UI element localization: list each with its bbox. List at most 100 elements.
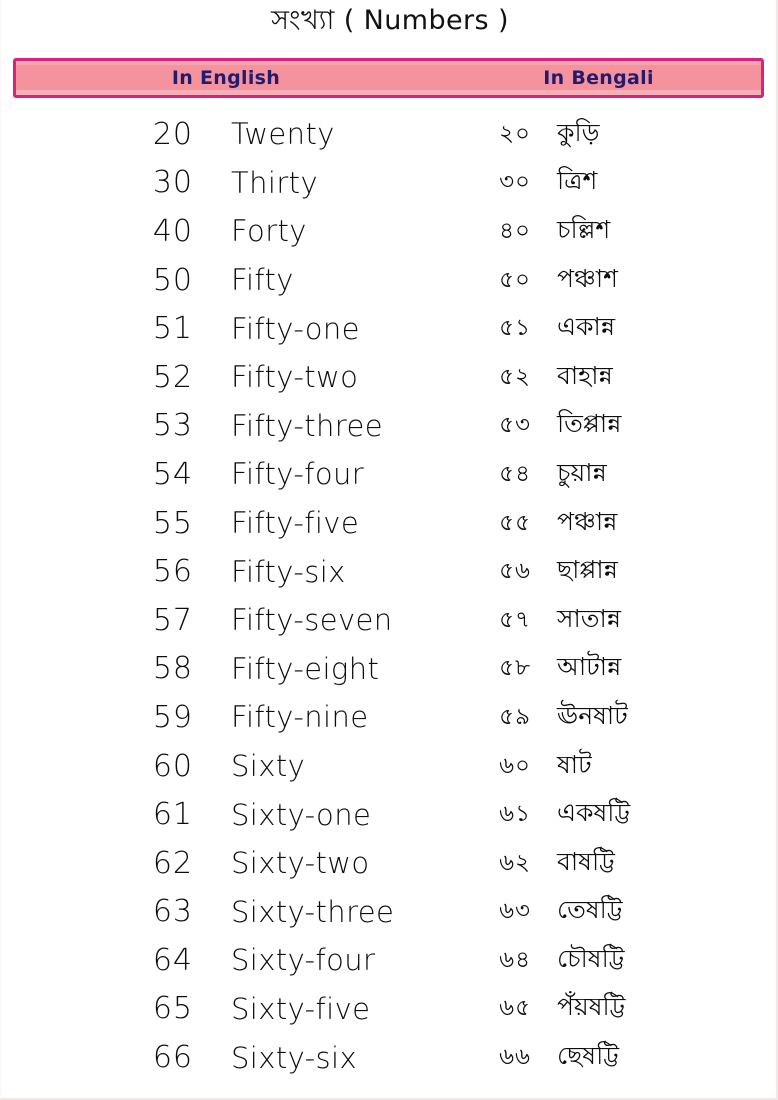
english-numeral: 66	[152, 1040, 193, 1076]
column-header-english: In English	[171, 67, 281, 89]
table-row: 30 Thirty ৩০ ত্রিশ	[1, 159, 778, 208]
table-row: 63 Sixty-three ৬৩ তেষট্টি	[1, 888, 778, 937]
bengali-numeral: ৬১	[499, 801, 531, 828]
bengali-word: তিপ্পান্ন	[557, 409, 622, 439]
english-word: Fifty-three	[231, 408, 383, 443]
bengali-word: চৌষট্টি	[557, 943, 625, 973]
table-header-bar: In English In Bengali	[13, 58, 764, 98]
bengali-word: ষাট	[557, 749, 592, 779]
bengali-word: চুয়ান্ন	[557, 457, 607, 487]
english-numeral: 55	[152, 505, 193, 541]
english-word: Fifty-six	[231, 554, 346, 589]
english-numeral: 57	[152, 602, 193, 638]
english-word: Sixty-four	[231, 943, 376, 978]
english-word: Thirty	[231, 165, 319, 200]
bengali-word: পঁয়ষট্টি	[557, 992, 626, 1022]
english-word: Fifty-one	[231, 311, 360, 346]
table-row: 56 Fifty-six ৫৬ ছাপ্পান্ন	[1, 547, 778, 596]
english-word: Fifty-seven	[231, 603, 393, 638]
bengali-word: ছেষট্টি	[557, 1041, 619, 1071]
bengali-numeral: ৫৪	[499, 460, 531, 487]
bengali-numeral: ২০	[499, 120, 531, 147]
table-row: 54 Fifty-four ৫৪ চুয়ান্ন	[1, 450, 778, 499]
english-numeral: 56	[152, 554, 193, 590]
bengali-numeral: ৪০	[499, 217, 531, 244]
english-numeral: 52	[152, 359, 193, 395]
table-row: 52 Fifty-two ৫২ বাহান্ন	[1, 353, 778, 402]
table-row: 61 Sixty-one ৬১ একষট্টি	[1, 790, 778, 839]
title-area: সংখ্যা ( Numbers )	[1, 0, 778, 46]
bengali-numeral: ৬২	[499, 849, 531, 876]
bengali-numeral: ৬০	[499, 752, 531, 779]
english-word: Sixty-five	[231, 991, 371, 1026]
english-word: Fifty-two	[231, 360, 359, 395]
bengali-word: ছাপ্পান্ন	[557, 555, 618, 585]
bengali-word: চল্লিশ	[557, 214, 611, 244]
english-numeral: 20	[152, 116, 193, 152]
english-numeral: 30	[152, 165, 193, 201]
numbers-chart-page: সংখ্যা ( Numbers ) In English In Bengali…	[0, 0, 778, 1100]
bengali-numeral: ৫৬	[499, 558, 531, 585]
english-word: Fifty-four	[231, 457, 365, 492]
english-word: Sixty-one	[231, 797, 372, 832]
bengali-numeral: ৬৬	[499, 1044, 531, 1071]
table-row: 20 Twenty ২০ কুড়ি	[1, 110, 778, 159]
english-word: Sixty-six	[231, 1040, 358, 1075]
english-numeral: 58	[152, 651, 193, 687]
english-word: Fifty	[231, 263, 294, 298]
bengali-word: একান্ন	[557, 312, 616, 342]
english-word: Sixty	[231, 749, 306, 784]
english-numeral: 40	[152, 213, 193, 249]
bengali-word: পঞ্চাশ	[557, 263, 618, 293]
bengali-word: পঞ্চান্ন	[557, 506, 618, 536]
bengali-word: সাতান্ন	[557, 603, 622, 633]
table-row: 58 Fifty-eight ৫৮ আটান্ন	[1, 645, 778, 694]
bengali-word: ঊনষাট	[557, 700, 628, 730]
english-word: Sixty-three	[231, 894, 395, 929]
english-word: Fifty-five	[231, 506, 360, 541]
table-row: 53 Fifty-three ৫৩ তিপ্পান্ন	[1, 402, 778, 451]
bengali-numeral: ৫৩	[499, 412, 531, 439]
bengali-word: বাহান্ন	[557, 360, 613, 390]
english-word: Fifty-nine	[231, 700, 369, 735]
bengali-numeral: ৫১	[499, 315, 531, 342]
column-header-bengali: In Bengali	[543, 67, 654, 89]
bengali-numeral: ৩০	[499, 169, 531, 196]
english-word: Sixty-two	[231, 846, 370, 881]
table-row: 50 Fifty ৫০ পঞ্চাশ	[1, 256, 778, 305]
bengali-numeral: ৬৩	[499, 898, 531, 925]
english-word: Twenty	[231, 117, 335, 152]
english-numeral: 53	[152, 408, 193, 444]
bengali-word: তেষট্টি	[557, 895, 623, 925]
english-word: Forty	[231, 214, 307, 249]
numbers-table-body: 20 Twenty ২০ কুড়ি 30 Thirty ৩০ ত্রিশ 40 Forty ৪০ চ…	[1, 110, 778, 1082]
english-numeral: 50	[152, 262, 193, 298]
english-numeral: 60	[152, 748, 193, 784]
table-row: 59 Fifty-nine ৫৯ ঊনষাট	[1, 693, 778, 742]
table-row: 64 Sixty-four ৬৪ চৌষট্টি	[1, 936, 778, 985]
english-numeral: 59	[152, 699, 193, 735]
table-row: 60 Sixty ৬০ ষাট	[1, 742, 778, 791]
bengali-word: ত্রিশ	[557, 166, 598, 196]
bengali-numeral: ৫৯	[499, 703, 531, 730]
bengali-word: কুড়ি	[557, 117, 600, 147]
bengali-numeral: ৫৫	[499, 509, 531, 536]
bengali-word: আটান্ন	[557, 652, 622, 682]
bengali-numeral: ৫৮	[499, 655, 531, 682]
page-title: সংখ্যা ( Numbers )	[271, 5, 509, 37]
bengali-word: বাষট্টি	[557, 846, 615, 876]
table-row: 55 Fifty-five ৫৫ পঞ্চান্ন	[1, 499, 778, 548]
english-numeral: 61	[152, 797, 193, 833]
table-row: 65 Sixty-five ৬৫ পঁয়ষট্টি	[1, 985, 778, 1034]
english-word: Fifty-eight	[231, 651, 380, 686]
table-row: 51 Fifty-one ৫১ একান্ন	[1, 304, 778, 353]
english-numeral: 64	[152, 942, 193, 978]
bengali-numeral: ৬৪	[499, 946, 531, 973]
english-numeral: 62	[152, 845, 193, 881]
table-row: 57 Fifty-seven ৫৭ সাতান্ন	[1, 596, 778, 645]
english-numeral: 63	[152, 894, 193, 930]
table-row: 40 Forty ৪০ চল্লিশ	[1, 207, 778, 256]
table-row: 66 Sixty-six ৬৬ ছেষট্টি	[1, 1033, 778, 1082]
table-row: 62 Sixty-two ৬২ বাষট্টি	[1, 839, 778, 888]
bengali-numeral: ৬৫	[499, 995, 531, 1022]
